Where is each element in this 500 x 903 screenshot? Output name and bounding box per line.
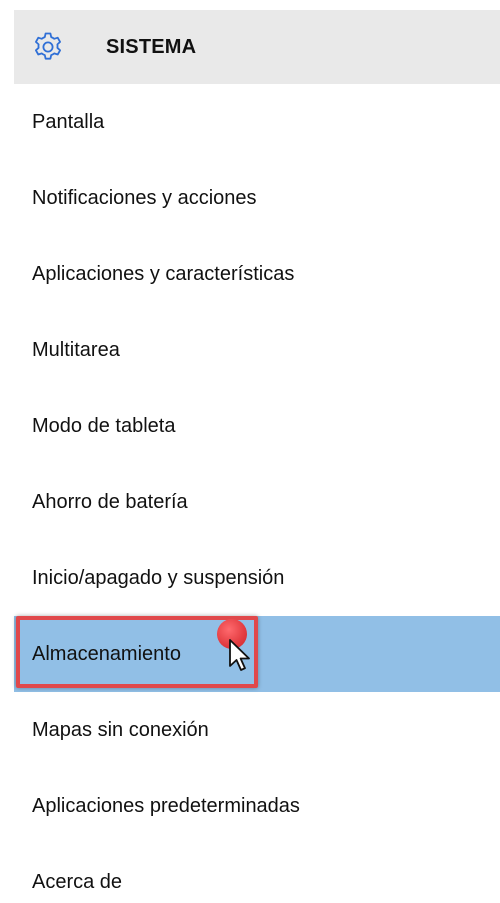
nav-item-acerca-de[interactable]: Acerca de <box>14 844 500 903</box>
mouse-pointer-icon <box>228 638 254 674</box>
nav-item-aplicaciones[interactable]: Aplicaciones y características <box>14 236 500 312</box>
nav-item-aplicaciones-predeterminadas[interactable]: Aplicaciones predeterminadas <box>14 768 500 844</box>
section-header: SISTEMA <box>14 10 500 84</box>
settings-panel: SISTEMA Pantalla Notificaciones y accion… <box>0 0 500 903</box>
nav-item-multitarea[interactable]: Multitarea <box>14 312 500 388</box>
page-title: SISTEMA <box>106 36 197 58</box>
gear-icon <box>32 31 64 63</box>
nav-item-notificaciones[interactable]: Notificaciones y acciones <box>14 160 500 236</box>
nav-item-pantalla[interactable]: Pantalla <box>14 84 500 160</box>
nav-item-inicio-apagado[interactable]: Inicio/apagado y suspensión <box>14 540 500 616</box>
nav-item-mapas[interactable]: Mapas sin conexión <box>14 692 500 768</box>
nav-item-ahorro-bateria[interactable]: Ahorro de batería <box>14 464 500 540</box>
nav-item-modo-tableta[interactable]: Modo de tableta <box>14 388 500 464</box>
